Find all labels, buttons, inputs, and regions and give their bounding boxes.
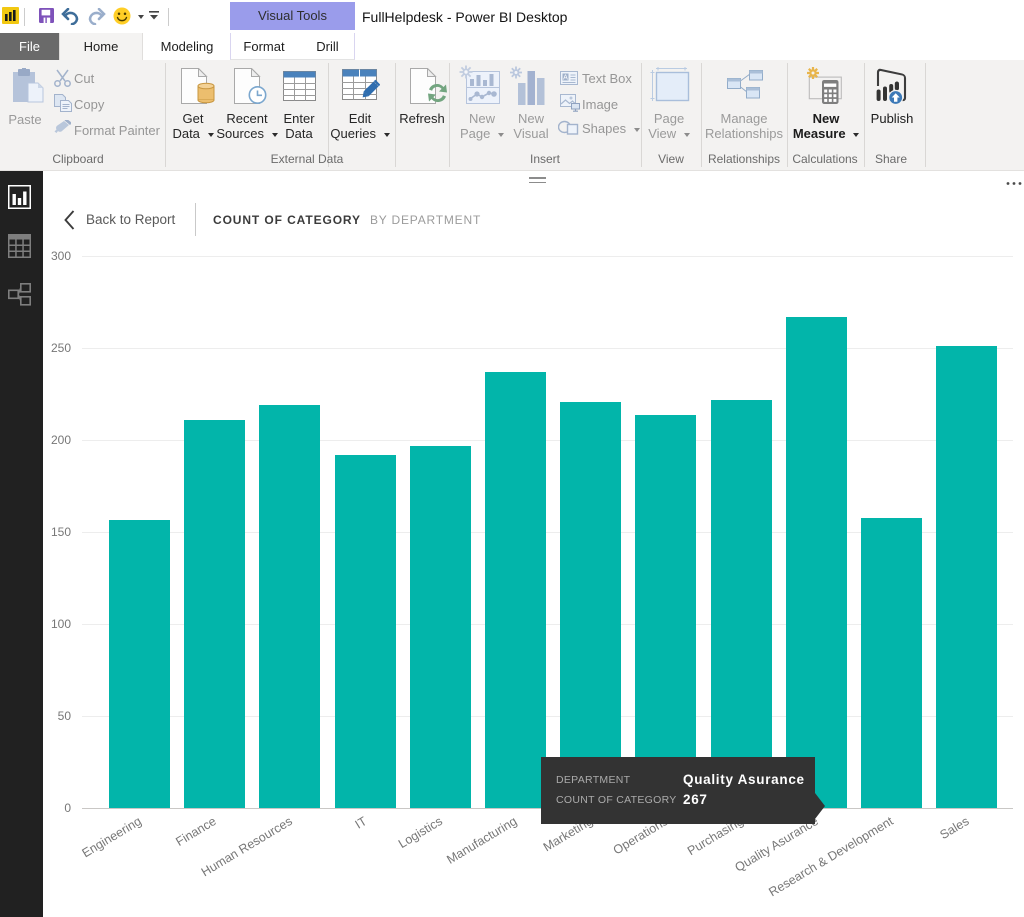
svg-text:A: A — [563, 75, 568, 82]
